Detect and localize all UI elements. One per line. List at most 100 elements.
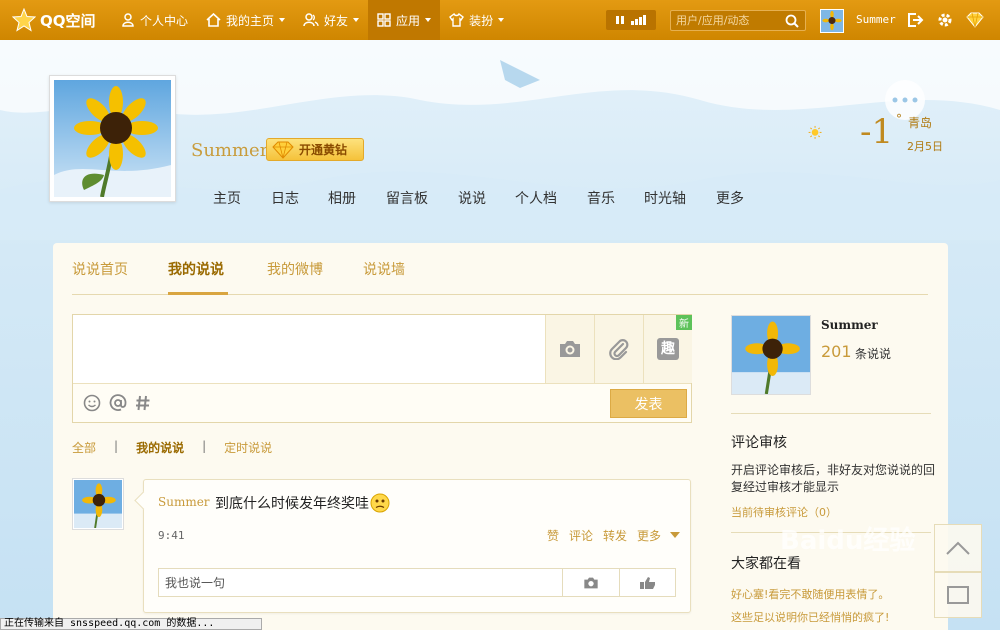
- top-user-name[interactable]: Summer: [856, 13, 896, 26]
- profile-nav-music[interactable]: 音乐: [587, 188, 644, 208]
- reply-box: [158, 568, 676, 597]
- gear-icon[interactable]: [936, 11, 954, 29]
- star-logo-icon: [12, 8, 36, 32]
- shuoshuo-tabs: 说说首页 我的说说 我的微博 说说墙: [72, 252, 928, 295]
- reply-like-button[interactable]: [619, 569, 676, 596]
- profile-nav-message-board[interactable]: 留言板: [386, 188, 458, 208]
- post-author-name[interactable]: Summer: [158, 495, 210, 509]
- sidebar-avatar[interactable]: [731, 315, 811, 395]
- shuoshuo-count: 201: [821, 342, 852, 361]
- pause-icon[interactable]: [615, 15, 625, 25]
- profile-nav-shuoshuo[interactable]: 说说: [458, 188, 515, 208]
- yellow-diamond-icon: [272, 141, 294, 159]
- tab-shuoshuo-home[interactable]: 说说首页: [72, 259, 128, 279]
- shuoshuo-textarea[interactable]: [73, 315, 545, 383]
- post-time: 9:41: [158, 529, 185, 542]
- top-user-avatar[interactable]: [820, 9, 844, 33]
- nav-my-homepage[interactable]: 我的主页: [197, 0, 294, 40]
- fun-app-button[interactable]: 趣 新: [643, 315, 692, 383]
- feedback-button[interactable]: [934, 572, 982, 618]
- weather-city: 青岛: [908, 116, 933, 130]
- profile-nav-timeline[interactable]: 时光轴: [644, 188, 716, 208]
- trending-item[interactable]: 好心塞!看完不敢随便用表情了。: [731, 586, 889, 602]
- reply-photo-button[interactable]: [562, 569, 619, 596]
- profile-nav-album[interactable]: 相册: [328, 188, 386, 208]
- sunflower-profile-image: [54, 80, 171, 198]
- nav-decorate[interactable]: 装扮: [440, 0, 513, 40]
- sun-weather-icon: [808, 125, 822, 139]
- attach-photo-button[interactable]: [545, 315, 594, 383]
- search-box[interactable]: [670, 10, 806, 31]
- tab-my-shuoshuo[interactable]: 我的说说: [168, 259, 224, 279]
- publish-button[interactable]: 发表: [610, 389, 687, 418]
- vip-button-label: 开通黄钻: [299, 143, 348, 157]
- friends-icon: [303, 13, 319, 27]
- square-frame-icon: [947, 586, 969, 604]
- thumbs-hand-icon: [640, 576, 655, 589]
- open-yellow-diamond-button[interactable]: 开通黄钻: [266, 138, 364, 161]
- filter-scheduled[interactable]: 定时说说: [224, 439, 272, 456]
- chevron-down-icon: [353, 18, 360, 22]
- chevron-down-icon[interactable]: [670, 532, 681, 538]
- camera-icon: [560, 341, 580, 357]
- attach-link-button[interactable]: [594, 315, 643, 383]
- browser-status-bar: 正在传输来自 snsspeed.qq.com 的数据...: [0, 618, 262, 630]
- filter-separator: |: [114, 439, 119, 453]
- share-button[interactable]: 转发: [603, 527, 627, 544]
- pending-review-link[interactable]: 当前待审核评论（0）: [731, 504, 837, 520]
- trending-item[interactable]: 这些足以说明你已经悄悄的疯了!: [731, 609, 889, 625]
- mini-player-controls[interactable]: [606, 10, 656, 30]
- profile-picture[interactable]: [49, 75, 176, 202]
- paperclip-icon: [609, 339, 629, 360]
- back-to-top-button[interactable]: [934, 524, 982, 572]
- degree-symbol: °: [896, 112, 902, 126]
- mention-at-icon[interactable]: [109, 394, 127, 412]
- sad-emoji-icon: [370, 493, 390, 513]
- comment-button[interactable]: 评论: [569, 527, 593, 544]
- nav-label: 我的主页: [226, 13, 275, 28]
- logout-icon[interactable]: [906, 11, 924, 29]
- new-badge: 新: [676, 315, 692, 330]
- search-icon[interactable]: [785, 14, 799, 28]
- divider: [731, 413, 931, 414]
- profile-nav-home[interactable]: 主页: [213, 188, 271, 208]
- tab-shuoshuo-wall[interactable]: 说说墙: [363, 259, 405, 279]
- profile-nav-blog[interactable]: 日志: [271, 188, 328, 208]
- shuoshuo-filters: 全部 | 我的说说 | 定时说说: [72, 439, 272, 456]
- tab-my-weibo[interactable]: 我的微博: [267, 259, 323, 279]
- signal-bars-icon[interactable]: [631, 15, 647, 25]
- sunflower-avatar-image: [821, 10, 843, 32]
- nav-label: 装扮: [469, 13, 494, 28]
- filter-separator: |: [202, 439, 207, 453]
- yellow-diamond-icon[interactable]: [966, 11, 984, 29]
- qzone-logo[interactable]: QQ空间: [0, 0, 112, 40]
- nav-apps[interactable]: 应用: [368, 0, 441, 40]
- post-composer: 趣 新 发表: [72, 314, 692, 423]
- post-card: Summer 到底什么时候发年终奖哇 9:41 赞 评论 转发 更多: [143, 479, 691, 613]
- active-tab-indicator: [168, 292, 228, 295]
- nav-label: 应用: [396, 13, 421, 28]
- shuoshuo-count-label: 条说说: [855, 347, 892, 361]
- emoji-icon[interactable]: [83, 394, 101, 412]
- profile-nav-profile[interactable]: 个人档: [515, 188, 587, 208]
- reply-input[interactable]: [159, 569, 559, 596]
- more-button[interactable]: 更多: [637, 527, 661, 544]
- top-navigation-bar: QQ空间 个人中心 我的主页 好友 应用 装扮 Summ: [0, 0, 1000, 40]
- nav-personal-center[interactable]: 个人中心: [112, 0, 197, 40]
- logo-text: QQ空间: [40, 11, 96, 30]
- nav-friends[interactable]: 好友: [294, 0, 368, 40]
- baidu-watermark: Baidu经验: [780, 526, 916, 556]
- profile-nav-more[interactable]: 更多: [716, 188, 756, 208]
- nav-label: 好友: [324, 13, 349, 28]
- sidebar-user-name[interactable]: Summer: [821, 318, 878, 332]
- shirt-icon: [449, 13, 465, 27]
- hashtag-icon[interactable]: [135, 394, 151, 412]
- weather-temperature: -1: [860, 112, 894, 152]
- filter-all[interactable]: 全部: [72, 439, 96, 456]
- post-author-avatar[interactable]: [72, 478, 124, 530]
- profile-user-name[interactable]: Summer: [191, 140, 268, 161]
- search-input[interactable]: [671, 14, 781, 27]
- filter-my-shuoshuo[interactable]: 我的说说: [136, 439, 184, 456]
- comment-review-description: 开启评论审核后，非好友对您说说的回复经过审核才能显示: [731, 463, 936, 494]
- like-button[interactable]: 赞: [547, 527, 559, 544]
